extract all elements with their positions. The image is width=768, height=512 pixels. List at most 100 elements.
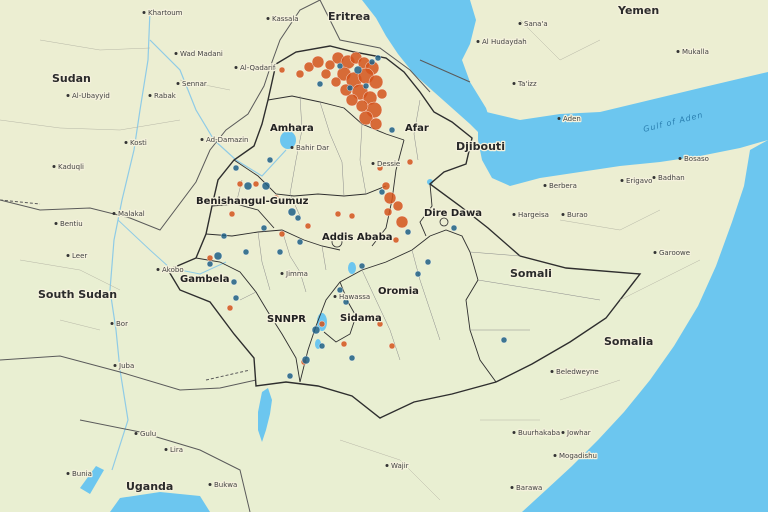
event-marker-orange-33[interactable] — [383, 191, 397, 205]
event-marker-orange-13[interactable] — [368, 74, 384, 90]
city-beledweyne-dot — [550, 370, 554, 373]
event-marker-blue-81[interactable] — [378, 188, 386, 196]
city-bunia-dot — [66, 472, 70, 475]
event-marker-blue-83[interactable] — [388, 126, 396, 134]
event-marker-orange-1[interactable] — [295, 69, 305, 79]
event-marker-blue-56[interactable] — [261, 181, 271, 191]
event-marker-orange-42[interactable] — [304, 222, 312, 230]
event-marker-orange-54[interactable] — [278, 230, 286, 238]
region-label-gambela: Gambela — [180, 274, 230, 285]
event-marker-orange-23[interactable] — [376, 88, 388, 100]
event-marker-orange-43[interactable] — [236, 180, 244, 188]
event-marker-blue-28[interactable] — [346, 84, 354, 92]
city-label-burao: Burao — [567, 211, 588, 219]
city-bentiu-dot — [54, 222, 58, 225]
city-label-bahir-dar: Bahir Dar — [296, 144, 329, 152]
city-label-juba: Juba — [118, 362, 134, 370]
event-marker-blue-84[interactable] — [232, 294, 240, 302]
event-marker-orange-48[interactable] — [388, 342, 396, 350]
city-ta-izz-dot — [512, 82, 516, 85]
event-marker-blue-26[interactable] — [353, 65, 363, 75]
country-label-djibouti: Djibouti — [456, 140, 505, 153]
event-marker-blue-62[interactable] — [213, 251, 223, 261]
event-marker-blue-65[interactable] — [260, 224, 268, 232]
event-marker-orange-24[interactable] — [355, 99, 369, 113]
city-lira-dot — [164, 448, 168, 451]
event-marker-orange-51[interactable] — [226, 304, 234, 312]
event-marker-orange-49[interactable] — [340, 340, 348, 348]
city-mukalla-dot — [676, 50, 680, 53]
event-marker-orange-3[interactable] — [311, 55, 325, 69]
event-marker-orange-19[interactable] — [369, 117, 383, 131]
event-marker-orange-53[interactable] — [206, 254, 214, 262]
event-marker-blue-58[interactable] — [266, 156, 274, 164]
event-marker-blue-66[interactable] — [276, 248, 284, 256]
region-label-afar: Afar — [405, 123, 429, 134]
event-marker-orange-44[interactable] — [252, 180, 260, 188]
event-marker-blue-73[interactable] — [286, 372, 294, 380]
event-marker-blue-78[interactable] — [414, 270, 422, 278]
map-canvas[interactable]: Khartoum Kassala Wad Madani Al-Qadarif Senna… — [0, 0, 768, 512]
city-bahir-dar-dot — [290, 146, 294, 149]
region-label-dire-dawa: Dire Dawa — [424, 208, 482, 219]
event-marker-blue-82[interactable] — [500, 336, 508, 344]
city-burao-dot — [561, 213, 565, 216]
event-marker-blue-67[interactable] — [296, 238, 304, 246]
event-marker-blue-61[interactable] — [220, 232, 228, 240]
event-marker-orange-45[interactable] — [228, 210, 236, 218]
city-al-qadarif-dot — [234, 66, 238, 69]
city-gulu-dot — [134, 432, 138, 435]
region-label-sidama: Sidama — [340, 313, 382, 324]
city-label-ad-damazin: Ad-Damazin — [206, 136, 248, 144]
country-label-somalia: Somalia — [604, 335, 653, 348]
event-marker-blue-31[interactable] — [362, 82, 370, 90]
event-marker-orange-0[interactable] — [278, 66, 286, 74]
event-marker-blue-29[interactable] — [316, 80, 324, 88]
map-view[interactable]: Khartoum Kassala Wad Madani Al-Qadarif Senna… — [0, 0, 768, 512]
event-marker-orange-32[interactable] — [381, 181, 391, 191]
event-marker-orange-21[interactable] — [320, 68, 332, 80]
event-marker-blue-57[interactable] — [232, 164, 240, 172]
event-marker-blue-77[interactable] — [450, 224, 458, 232]
event-marker-orange-40[interactable] — [348, 212, 356, 220]
event-marker-orange-41[interactable] — [334, 210, 342, 218]
event-marker-blue-79[interactable] — [348, 354, 356, 362]
city-label-hawassa: Hawassa — [339, 293, 370, 301]
city-label-al-ubayyid: Al-Ubayyid — [72, 92, 110, 100]
event-marker-orange-36[interactable] — [383, 207, 393, 217]
event-marker-blue-70[interactable] — [311, 325, 321, 335]
event-marker-blue-25[interactable] — [336, 62, 344, 70]
event-marker-blue-27[interactable] — [368, 58, 376, 66]
city-hawassa-dot — [333, 295, 337, 298]
event-marker-blue-76[interactable] — [424, 258, 432, 266]
city-label-rabak: Rabak — [154, 92, 177, 100]
event-marker-blue-63[interactable] — [206, 260, 214, 268]
city-label-aden: Aden — [563, 115, 581, 123]
city-label-kassala: Kassala — [272, 15, 299, 23]
city-aden-dot — [557, 117, 561, 120]
event-marker-orange-34[interactable] — [392, 200, 404, 212]
city-label-bor: Bor — [116, 320, 128, 328]
event-marker-orange-50[interactable] — [318, 320, 326, 328]
event-marker-orange-35[interactable] — [395, 215, 409, 229]
event-marker-blue-64[interactable] — [242, 248, 250, 256]
event-marker-orange-39[interactable] — [406, 158, 414, 166]
city-al-hudaydah-dot — [476, 40, 480, 43]
event-marker-blue-80[interactable] — [358, 262, 366, 270]
event-marker-orange-20[interactable] — [330, 76, 342, 88]
city-leer-dot — [66, 254, 70, 257]
event-marker-blue-55[interactable] — [243, 181, 253, 191]
event-marker-blue-60[interactable] — [287, 207, 297, 217]
event-marker-blue-72[interactable] — [301, 355, 311, 365]
city-label-hargeisa: Hargeisa — [518, 211, 549, 219]
event-marker-blue-30[interactable] — [374, 54, 382, 62]
event-marker-orange-38[interactable] — [392, 236, 400, 244]
event-marker-blue-71[interactable] — [318, 342, 326, 350]
city-label-bosaso: Bosaso — [684, 155, 709, 163]
event-marker-blue-59[interactable] — [294, 214, 302, 222]
event-marker-blue-75[interactable] — [404, 228, 412, 236]
city-label-beledweyne: Beledweyne — [556, 368, 599, 376]
region-label-oromia: Oromia — [378, 286, 419, 297]
event-marker-blue-74[interactable] — [230, 278, 238, 286]
city-label-garoowe: Garoowe — [659, 249, 690, 257]
